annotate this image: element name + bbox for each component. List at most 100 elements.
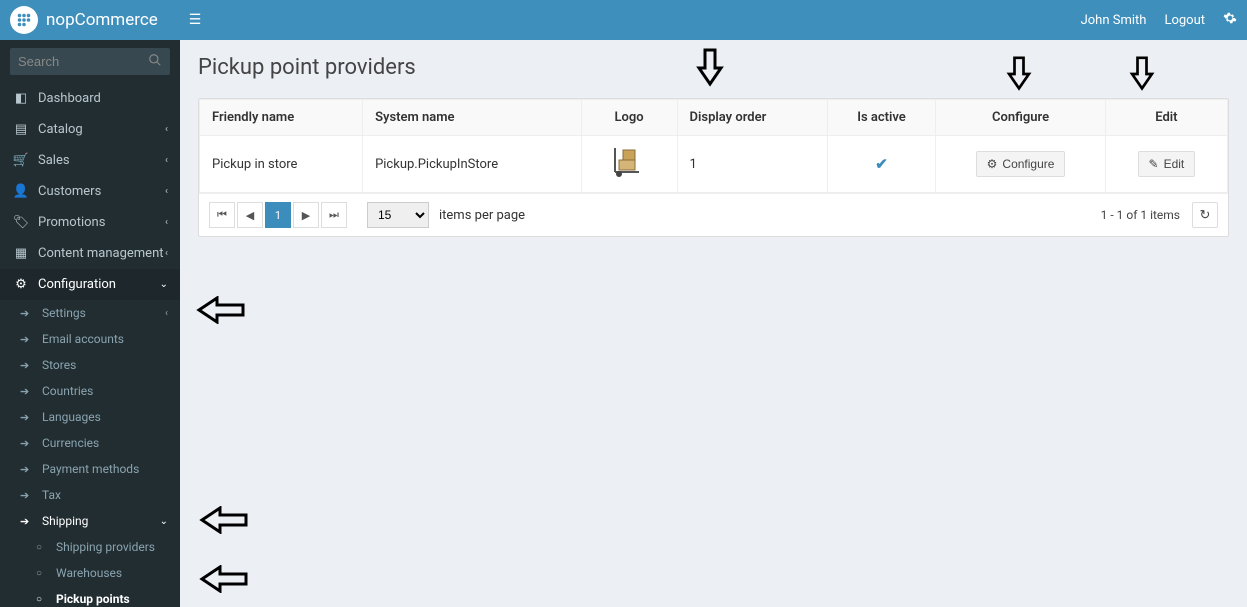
sidebar-subitem-tax[interactable]: ➔ Tax <box>0 482 180 508</box>
book-icon: ▤ <box>12 122 30 137</box>
cell-logo <box>581 136 677 193</box>
providers-panel: Friendly name System name Logo Display o… <box>198 98 1229 237</box>
sidebar-subitem-payment[interactable]: ➔ Payment methods <box>0 456 180 482</box>
sidebar-subitem-shipping[interactable]: ➔ Shipping ⌄ <box>0 508 180 534</box>
sidebar-item-promotions[interactable]: 🏷 Promotions ‹ <box>0 207 180 238</box>
sidebar-item-label: Promotions <box>38 215 105 230</box>
chevron-left-icon: ‹ <box>165 217 168 228</box>
sidebar-item-label: Pickup points <box>56 592 130 606</box>
sidebar-item-label: Warehouses <box>56 566 122 580</box>
chevron-left-icon: ‹ <box>165 308 168 319</box>
chevron-left-icon: ‹ <box>165 155 168 166</box>
sidebar-subitem-settings[interactable]: ➔ Settings ‹ <box>0 300 180 326</box>
brand-logo[interactable]: nopCommerce <box>0 0 180 40</box>
pager-page-current[interactable]: 1 <box>265 202 291 228</box>
arrow-right-icon: ➔ <box>20 385 34 398</box>
sidebar-item-label: Dashboard <box>38 91 101 106</box>
cell-active: ✔ <box>827 136 936 193</box>
sidebar-item-label: Email accounts <box>42 332 124 346</box>
sidebar-item-label: Sales <box>38 153 70 168</box>
pager: ⏮ ◀ 1 ▶ ⏭ 15 items per page 1 - 1 of 1 i… <box>199 193 1228 236</box>
chevron-left-icon: ‹ <box>165 124 168 135</box>
sidebar-item-label: Customers <box>38 184 101 199</box>
sidebar-item-label: Content management <box>38 246 164 261</box>
sidebar-item-configuration[interactable]: ⚙ Configuration ⌄ <box>0 269 180 300</box>
sidebar-subsubitem-pickup-points[interactable]: ○ Pickup points <box>0 586 180 607</box>
table-row: Pickup in store Pickup.PickupInStore 1 ✔… <box>200 136 1228 193</box>
sidebar-item-label: Tax <box>42 488 61 502</box>
chevron-left-icon: ‹ <box>165 186 168 197</box>
search-input[interactable] <box>10 48 170 75</box>
arrow-right-icon: ➔ <box>20 307 34 320</box>
sidebar-item-label: Shipping providers <box>56 540 155 554</box>
refresh-button[interactable]: ↻ <box>1192 202 1218 228</box>
sidebar-item-catalog[interactable]: ▤ Catalog ‹ <box>0 114 180 145</box>
next-icon: ▶ <box>302 209 310 222</box>
circle-icon: ○ <box>36 594 48 605</box>
sidebar-subitem-stores[interactable]: ➔ Stores <box>0 352 180 378</box>
button-label: Configure <box>1002 157 1054 171</box>
page-title: Pickup point providers <box>198 55 1229 80</box>
sidebar-item-label: Languages <box>42 410 101 424</box>
last-icon: ⏭ <box>329 208 339 222</box>
gears-icon: ⚙ <box>12 277 30 292</box>
arrow-right-icon: ➔ <box>20 333 34 346</box>
sidebar-subsubitem-shipping-providers[interactable]: ○ Shipping providers <box>0 534 180 560</box>
sidebar-item-customers[interactable]: 👤 Customers ‹ <box>0 176 180 207</box>
table-header-row: Friendly name System name Logo Display o… <box>200 100 1228 136</box>
pager-buttons: ⏮ ◀ 1 ▶ ⏭ <box>209 202 347 228</box>
arrow-right-icon: ➔ <box>20 463 34 476</box>
sidebar-item-label: Shipping <box>42 514 88 528</box>
menu-toggle[interactable]: ☰ <box>180 12 210 28</box>
pager-prev[interactable]: ◀ <box>237 202 263 228</box>
pager-last[interactable]: ⏭ <box>321 202 347 228</box>
logout-link[interactable]: Logout <box>1164 13 1205 28</box>
cell-order: 1 <box>677 136 827 193</box>
sidebar-subitem-currencies[interactable]: ➔ Currencies <box>0 430 180 456</box>
page-size-select[interactable]: 15 <box>367 202 429 228</box>
cell-edit: ✎ Edit <box>1105 136 1227 193</box>
providers-table: Friendly name System name Logo Display o… <box>199 99 1228 193</box>
cart-icon: 🛒 <box>12 153 30 168</box>
button-label: Edit <box>1164 157 1185 171</box>
circle-icon: ○ <box>36 568 48 579</box>
edit-button[interactable]: ✎ Edit <box>1138 151 1196 177</box>
configure-button[interactable]: ⚙ Configure <box>976 151 1066 177</box>
sidebar-item-sales[interactable]: 🛒 Sales ‹ <box>0 145 180 176</box>
user-link[interactable]: John Smith <box>1081 13 1147 28</box>
cell-friendly: Pickup in store <box>200 136 363 193</box>
sidebar-subsubitem-warehouses[interactable]: ○ Warehouses <box>0 560 180 586</box>
first-icon: ⏮ <box>217 208 227 222</box>
sidebar-item-content[interactable]: ▦ Content management ‹ <box>0 238 180 269</box>
sidebar-item-label: Countries <box>42 384 93 398</box>
sidebar-subitem-countries[interactable]: ➔ Countries <box>0 378 180 404</box>
sidebar-item-label: Catalog <box>38 122 83 137</box>
prev-icon: ◀ <box>246 209 254 222</box>
col-friendly: Friendly name <box>200 100 363 136</box>
pencil-icon: ✎ <box>1149 157 1159 171</box>
pager-next[interactable]: ▶ <box>293 202 319 228</box>
check-icon: ✔ <box>875 155 888 173</box>
sidebar-subitem-languages[interactable]: ➔ Languages <box>0 404 180 430</box>
pager-first[interactable]: ⏮ <box>209 202 235 228</box>
arrow-right-icon: ➔ <box>20 489 34 502</box>
tag-icon: 🏷 <box>12 215 30 230</box>
top-right-nav: John Smith Logout <box>1081 11 1247 29</box>
chevron-down-icon: ⌄ <box>160 279 168 290</box>
col-logo: Logo <box>581 100 677 136</box>
sidebar-item-label: Stores <box>42 358 76 372</box>
cubes-icon: ▦ <box>12 246 30 261</box>
brand-logo-icon <box>10 6 38 34</box>
settings-gear-icon[interactable] <box>1223 11 1237 29</box>
arrow-right-icon: ➔ <box>20 437 34 450</box>
col-order: Display order <box>677 100 827 136</box>
sidebar-search <box>0 40 180 83</box>
arrow-right-icon: ➔ <box>20 515 34 528</box>
cell-configure: ⚙ Configure <box>936 136 1105 193</box>
sidebar-item-dashboard[interactable]: ◧ Dashboard <box>0 83 180 114</box>
chevron-left-icon: ‹ <box>165 248 168 259</box>
sidebar: ◧ Dashboard ▤ Catalog ‹ 🛒 Sales ‹ 👤 Cust… <box>0 40 180 607</box>
sidebar-subitem-email[interactable]: ➔ Email accounts <box>0 326 180 352</box>
arrow-right-icon: ➔ <box>20 411 34 424</box>
col-active: Is active <box>827 100 936 136</box>
